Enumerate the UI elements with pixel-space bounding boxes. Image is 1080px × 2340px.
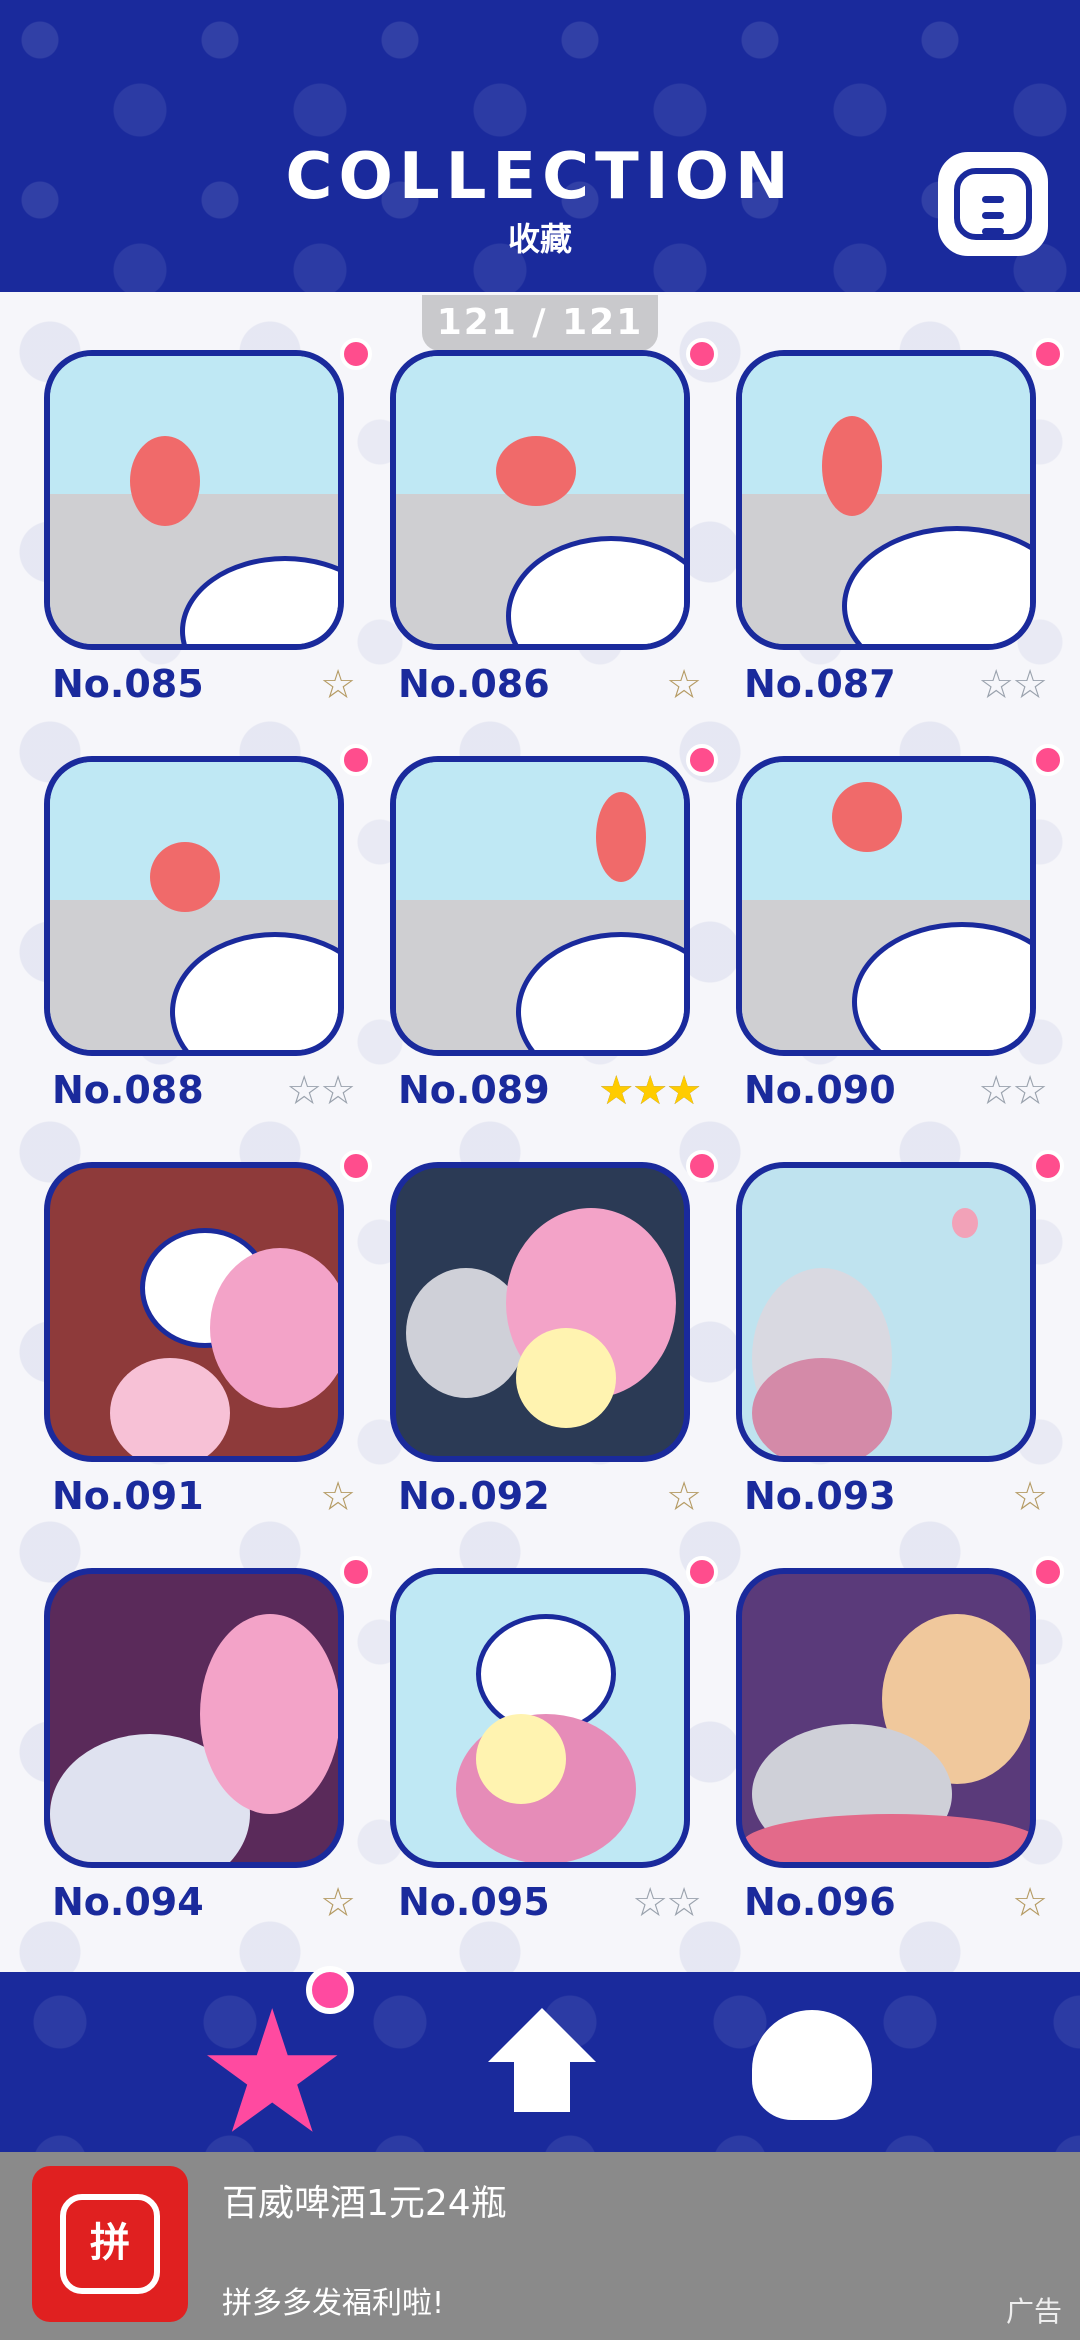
collection-item[interactable]: No.088 ☆☆ — [44, 744, 372, 1116]
ad-logo[interactable]: 拼 — [32, 2166, 188, 2322]
thumbnail-image[interactable] — [390, 1568, 690, 1868]
star-rating: ☆ — [1012, 1880, 1048, 1926]
ad-tag: 广告 — [1005, 2295, 1062, 2328]
star-rating: ☆ — [320, 1880, 356, 1926]
item-number: No.093 — [744, 1474, 896, 1518]
collection-item[interactable]: No.089 ★★★ — [390, 744, 718, 1116]
ad-subtitle[interactable]: 拼多多发福利啦! — [222, 2278, 444, 2322]
thumbnail-image[interactable] — [736, 1162, 1036, 1462]
new-indicator-dot — [340, 338, 372, 370]
new-indicator-dot — [1032, 1150, 1064, 1182]
thumbnail-image[interactable] — [390, 1162, 690, 1462]
notification-dot — [306, 1966, 354, 2014]
item-number: No.090 — [744, 1068, 896, 1112]
new-indicator-dot — [340, 744, 372, 776]
collection-item[interactable]: No.092 ☆ — [390, 1150, 718, 1522]
thumbnail-image[interactable] — [390, 350, 690, 650]
star-rating: ☆ — [1012, 1474, 1048, 1520]
item-number: No.095 — [398, 1880, 550, 1924]
ad-banner[interactable]: 拼 百威啤酒1元24瓶 拼多多发福利啦! 广告 — [0, 2152, 1080, 2340]
thumbnail-image[interactable] — [390, 756, 690, 1056]
star-rating: ☆ — [666, 1474, 702, 1520]
home-icon[interactable] — [482, 2000, 602, 2120]
ad-logo-text: 拼 — [60, 2194, 160, 2294]
collection-item[interactable]: No.091 ☆ — [44, 1150, 372, 1522]
new-indicator-dot — [1032, 744, 1064, 776]
new-indicator-dot — [340, 1556, 372, 1588]
star-rating: ☆☆ — [978, 1068, 1048, 1114]
item-number: No.091 — [52, 1474, 204, 1518]
collection-item[interactable]: No.096 ☆ — [736, 1556, 1064, 1928]
collection-counter: 121 / 121 — [422, 295, 658, 351]
new-indicator-dot — [340, 1150, 372, 1182]
star-rating: ★★★ — [598, 1068, 702, 1114]
item-number: No.094 — [52, 1880, 204, 1924]
new-indicator-dot — [686, 1150, 718, 1182]
page-subtitle: 收藏 — [507, 220, 572, 258]
thumbnail-image[interactable] — [736, 1568, 1036, 1868]
new-indicator-dot — [1032, 1556, 1064, 1588]
new-indicator-dot — [1032, 338, 1064, 370]
star-rating: ☆☆ — [286, 1068, 356, 1114]
collection-item[interactable]: No.085 ☆ — [44, 338, 372, 710]
thumbnail-image[interactable] — [736, 350, 1036, 650]
new-indicator-dot — [686, 744, 718, 776]
collection-item[interactable]: No.095 ☆☆ — [390, 1556, 718, 1928]
collection-item[interactable]: No.087 ☆☆ — [736, 338, 1064, 710]
new-indicator-dot — [686, 338, 718, 370]
new-indicator-dot — [686, 1556, 718, 1588]
ad-title[interactable]: 百威啤酒1元24瓶 — [222, 2174, 507, 2226]
thumbnail-image[interactable] — [44, 1568, 344, 1868]
star-rating: ☆ — [666, 662, 702, 708]
star-rating: ☆ — [320, 662, 356, 708]
item-number: No.092 — [398, 1474, 550, 1518]
hamburger-menu-icon — [954, 168, 1032, 240]
menu-button[interactable] — [938, 152, 1048, 256]
star-rating: ☆ — [320, 1474, 356, 1520]
character-icon[interactable] — [752, 2010, 872, 2120]
collection-item[interactable]: No.093 ☆ — [736, 1150, 1064, 1522]
item-number: No.087 — [744, 662, 896, 706]
collection-item[interactable]: No.094 ☆ — [44, 1556, 372, 1928]
item-number: No.085 — [52, 662, 204, 706]
item-number: No.088 — [52, 1068, 204, 1112]
thumbnail-image[interactable] — [44, 1162, 344, 1462]
collection-item[interactable]: No.090 ☆☆ — [736, 744, 1064, 1116]
star-rating: ☆☆ — [632, 1880, 702, 1926]
star-rating: ☆☆ — [978, 662, 1048, 708]
thumbnail-image[interactable] — [44, 350, 344, 650]
item-number: No.096 — [744, 1880, 896, 1924]
page-title: COLLECTION — [285, 140, 795, 214]
item-number: No.086 — [398, 662, 550, 706]
thumbnail-image[interactable] — [44, 756, 344, 1056]
header: COLLECTION 收藏 — [0, 0, 1080, 292]
thumbnail-image[interactable] — [736, 756, 1036, 1056]
collection-item[interactable]: No.086 ☆ — [390, 338, 718, 710]
item-number: No.089 — [398, 1068, 550, 1112]
